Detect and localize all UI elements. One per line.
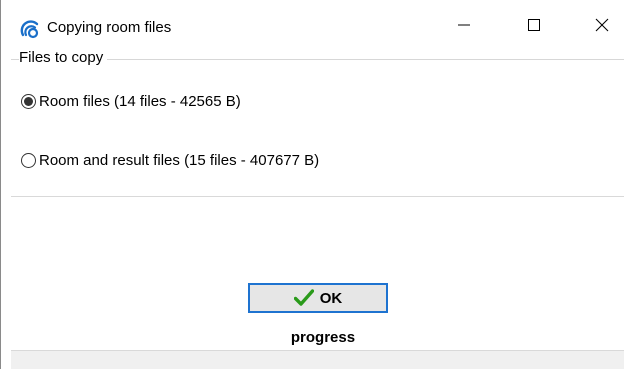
checkmark-icon — [293, 289, 314, 307]
radio-room-files-label[interactable]: Room files (14 files - 42565 B) — [39, 93, 241, 110]
radio-room-and-result-files[interactable]: Room and result files (15 files - 407677… — [21, 152, 319, 169]
close-icon — [595, 18, 609, 37]
separator — [11, 196, 624, 197]
window-top-edge — [1, 0, 624, 8]
files-to-copy-group-label: Files to copy — [19, 49, 108, 66]
status-bar — [11, 350, 624, 369]
radio-room-and-result-files-label[interactable]: Room and result files (15 files - 407677… — [39, 152, 319, 169]
maximize-button[interactable] — [511, 8, 557, 46]
minimize-icon — [457, 18, 471, 37]
minimize-button[interactable] — [441, 8, 487, 46]
radio-dot — [24, 97, 33, 106]
copy-dialog-window: Copying room files Files to copy Room fi… — [0, 0, 624, 369]
app-logo-icon — [19, 18, 41, 40]
ok-button-label: OK — [319, 289, 343, 307]
ok-button[interactable]: OK — [248, 283, 388, 313]
title-bar[interactable]: Copying room files — [1, 8, 624, 46]
radio-button-selected[interactable] — [21, 94, 36, 109]
radio-button-unselected[interactable] — [21, 153, 36, 168]
progress-label: progress — [290, 329, 356, 346]
maximize-icon — [527, 18, 541, 37]
window-title: Copying room files — [47, 19, 172, 36]
radio-room-files[interactable]: Room files (14 files - 42565 B) — [21, 93, 241, 110]
dialog-body: Files to copy Room files (14 files - 425… — [1, 46, 624, 369]
close-button[interactable] — [579, 8, 624, 46]
